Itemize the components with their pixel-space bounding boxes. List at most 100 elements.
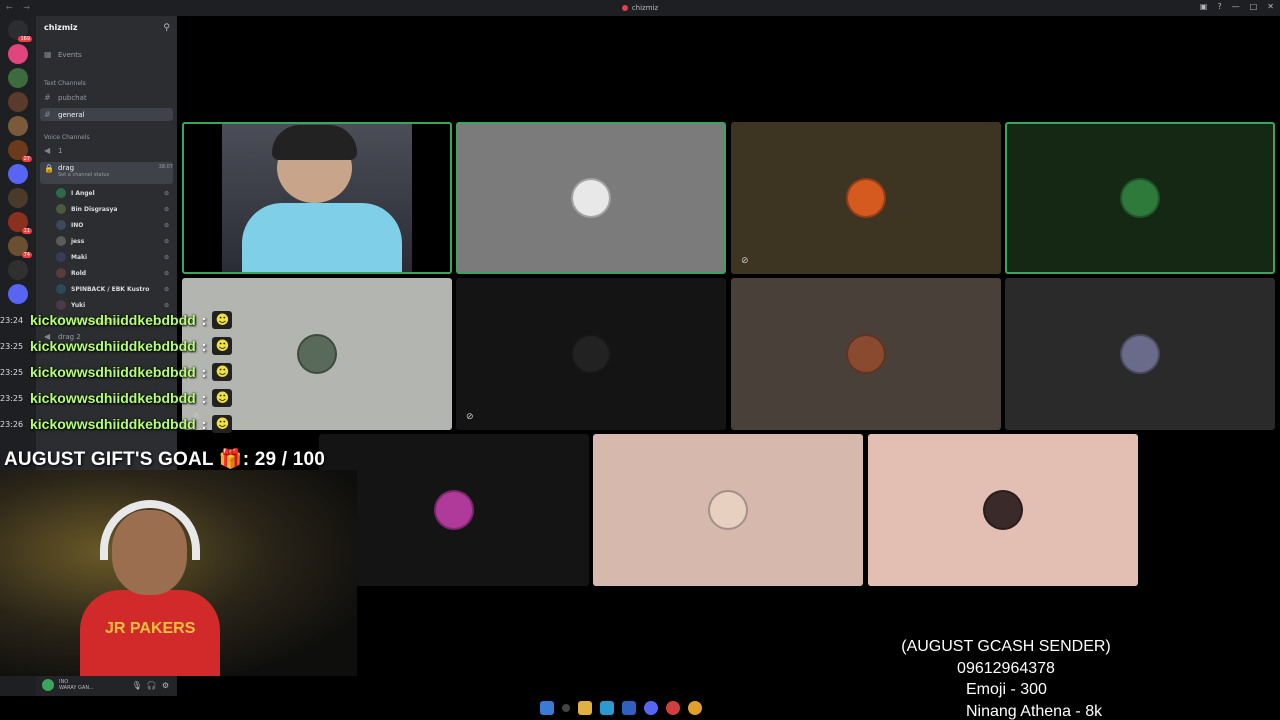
voice-channel-drag[interactable]: 🔒 drag Set a channel status 38:07 xyxy=(40,162,173,184)
voice-user[interactable]: I Angel ⊘ xyxy=(56,186,169,200)
server-icon[interactable] xyxy=(8,116,28,136)
folder-icon[interactable] xyxy=(578,701,592,715)
app-logo-icon xyxy=(621,5,628,11)
video-tile[interactable] xyxy=(182,122,452,274)
chrome-icon[interactable] xyxy=(688,701,702,715)
minimize-button[interactable]: — xyxy=(1232,2,1240,11)
taskbar xyxy=(540,698,702,718)
server-icon[interactable] xyxy=(8,260,28,280)
chat-username: kickowwsdhiiddkebdbdd xyxy=(30,364,196,380)
start-icon[interactable] xyxy=(540,701,554,715)
gift-goal-text: AUGUST GIFT'S GOAL xyxy=(4,449,214,470)
server-icon[interactable] xyxy=(8,188,28,208)
mic-icon[interactable]: 🎙 xyxy=(132,681,142,690)
chat-separator: : xyxy=(201,416,207,432)
voice-user[interactable]: Maki ⊘ xyxy=(56,250,169,264)
voice-user[interactable]: Rold ⊘ xyxy=(56,266,169,280)
user-status: WARAY GAN... xyxy=(59,685,94,691)
avatar xyxy=(983,490,1023,530)
video-tile[interactable] xyxy=(319,434,589,586)
gcash-line-ninang: Ninang Athena - 8k xyxy=(966,703,1103,720)
unread-badge: 74 xyxy=(21,252,32,258)
server-icon[interactable] xyxy=(8,68,28,88)
emoji-icon: ☻ xyxy=(212,363,233,381)
store-icon[interactable] xyxy=(622,701,636,715)
server-icon[interactable]: 11 xyxy=(8,212,32,234)
muted-icon: ⊘ xyxy=(163,285,169,293)
channel-general[interactable]: # general xyxy=(40,108,173,121)
muted-icon: ⊘ xyxy=(163,253,169,261)
voice-user[interactable]: INO ⊘ xyxy=(56,218,169,232)
add-friend-icon[interactable]: ⚲ xyxy=(163,23,170,33)
app-icon[interactable] xyxy=(666,701,680,715)
events-label: Events xyxy=(58,50,82,59)
chat-separator: : xyxy=(201,312,207,328)
maximize-button[interactable]: □ xyxy=(1250,2,1258,11)
streamer-webcam: JR PAKERS xyxy=(0,470,357,676)
voice-user-name: Maki xyxy=(71,253,88,261)
inbox-icon[interactable]: ▣ xyxy=(1200,2,1208,11)
server-icon[interactable] xyxy=(8,44,28,64)
avatar[interactable] xyxy=(42,679,54,691)
voice-user-name: SPINBACK / EBK Kustro xyxy=(71,285,150,293)
video-tile[interactable]: ⊘ xyxy=(731,122,1001,274)
search-icon[interactable] xyxy=(562,704,570,712)
calendar-icon: ▦ xyxy=(44,50,52,59)
video-tile[interactable] xyxy=(868,434,1138,586)
headphones-icon[interactable]: 🎧 xyxy=(147,681,157,690)
channel-status[interactable]: Set a channel status xyxy=(58,172,109,178)
voice-channel-1[interactable]: ◀ 1 xyxy=(40,144,173,157)
jersey-text: JR PAKERS xyxy=(105,620,196,637)
nav-arrows[interactable]: ← → xyxy=(6,3,34,12)
server-icon[interactable]: 27 xyxy=(8,140,32,162)
edge-icon[interactable] xyxy=(600,701,614,715)
server-icon[interactable]: 169 xyxy=(8,20,32,42)
video-tile[interactable] xyxy=(593,434,863,586)
window-titlebar: ← → chizmiz ▣ ? — □ ✕ xyxy=(0,0,1280,16)
server-name[interactable]: chizmiz xyxy=(44,23,78,32)
channel-pubchat[interactable]: # pubchat xyxy=(40,91,173,104)
server-icon[interactable] xyxy=(8,164,28,184)
chat-separator: : xyxy=(201,390,207,406)
emoji-icon: ☻ xyxy=(212,389,233,407)
text-channels-category[interactable]: Text Channels xyxy=(44,80,86,87)
avatar xyxy=(846,334,886,374)
chat-separator: : xyxy=(201,364,207,380)
video-tile[interactable] xyxy=(1005,278,1275,430)
unread-badge: 27 xyxy=(21,156,32,162)
muted-icon: ⊘ xyxy=(163,221,169,229)
emoji-icon: ☻ xyxy=(212,311,233,329)
camera-feed xyxy=(222,124,412,272)
voice-user[interactable]: Bin Disgrasya ⊘ xyxy=(56,202,169,216)
voice-timer: 38:07 xyxy=(158,164,173,170)
close-button[interactable]: ✕ xyxy=(1267,2,1274,11)
chat-separator: : xyxy=(201,338,207,354)
voice-user[interactable]: jess ⊘ xyxy=(56,234,169,248)
video-tile[interactable] xyxy=(1005,122,1275,274)
discord-icon[interactable] xyxy=(644,701,658,715)
help-icon[interactable]: ? xyxy=(1217,2,1221,11)
avatar xyxy=(434,490,474,530)
avatar xyxy=(846,178,886,218)
server-icon[interactable]: 74 xyxy=(8,236,32,258)
chat-username: kickowwsdhiiddkebdbdd xyxy=(30,416,196,432)
gcash-title: (AUGUST GCASH SENDER) xyxy=(901,638,1111,655)
muted-icon: ⊘ xyxy=(466,412,474,422)
unread-badge: 11 xyxy=(21,228,32,234)
emoji-icon: ☻ xyxy=(212,337,233,355)
voice-user[interactable]: SPINBACK / EBK Kustro ⊘ xyxy=(56,282,169,296)
hash-icon: # xyxy=(44,93,51,102)
chat-time: 23:24 xyxy=(0,315,24,325)
video-tile[interactable] xyxy=(456,122,726,274)
video-tile[interactable] xyxy=(731,278,1001,430)
server-icon[interactable] xyxy=(8,284,28,304)
server-icon[interactable] xyxy=(8,92,28,112)
speaker-icon: ◀ xyxy=(44,146,51,155)
headphones xyxy=(100,500,200,560)
settings-icon[interactable]: ⚙ xyxy=(162,681,169,690)
events-item[interactable]: ▦ Events xyxy=(40,48,173,61)
gift-icon: 🎁 xyxy=(218,449,243,470)
chat-message: 23:25 kickowwsdhiiddkebdbdd: ☻ xyxy=(0,361,233,383)
voice-channels-category[interactable]: Voice Channels xyxy=(44,134,90,141)
video-tile[interactable]: ⊘ xyxy=(456,278,726,430)
